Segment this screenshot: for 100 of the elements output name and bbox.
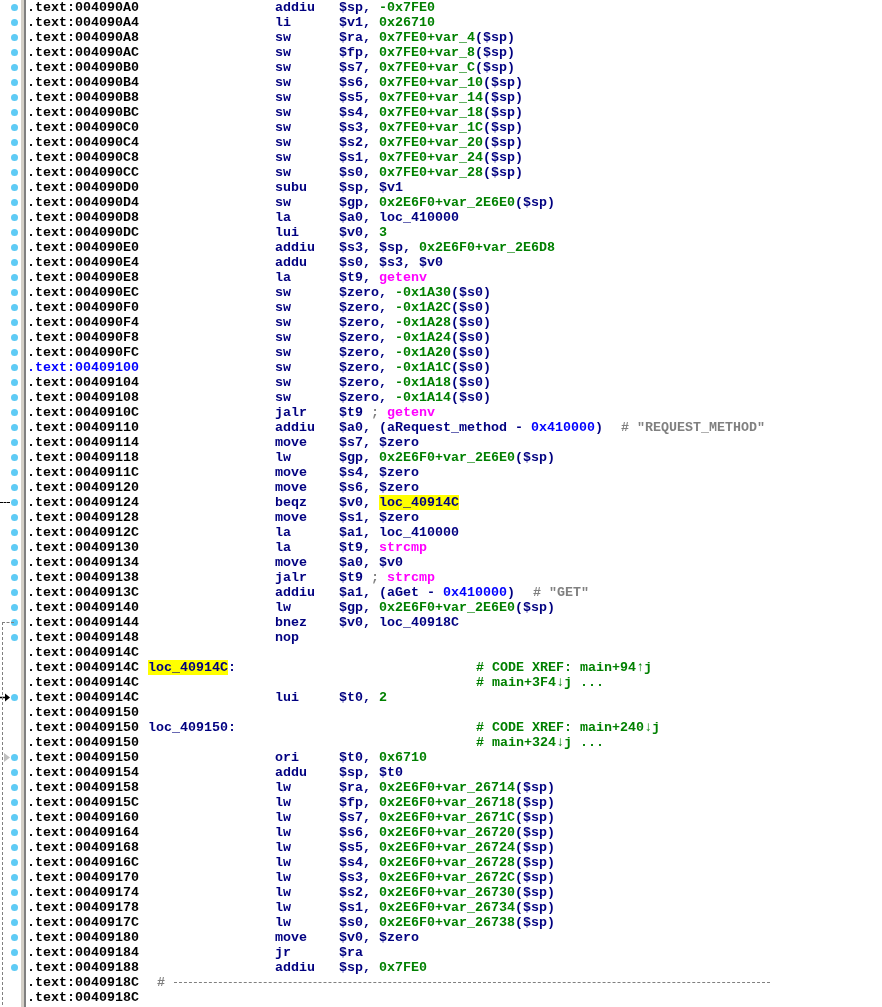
address-label: .text:0040914C xyxy=(27,675,139,690)
instruction-operands: $s6, $zero xyxy=(339,480,419,495)
address-label: .text:00409150 xyxy=(27,720,139,735)
instruction-mnemonic: sw xyxy=(275,345,291,360)
instruction-mnemonic: lw xyxy=(275,900,291,915)
instruction-operands: $sp, $v1 xyxy=(339,180,403,195)
address-label: .text:00409114 xyxy=(27,435,139,450)
instruction-mnemonic: sw xyxy=(275,75,291,90)
xref-comment: # main+324↓j ... xyxy=(476,735,604,750)
address-label: .text:004090F8 xyxy=(27,330,139,345)
instruction-operands: $s7, $zero xyxy=(339,435,419,450)
address-label: .text:00409128 xyxy=(27,510,139,525)
instruction-operands: $ra xyxy=(339,945,363,960)
instruction-operands: $gp, 0x2E6F0+var_2E6E0($sp) xyxy=(339,450,555,465)
instruction-operands: $s5, 0x7FE0+var_14($sp) xyxy=(339,90,523,105)
address-label: .text:00409184 xyxy=(27,945,139,960)
instruction-operands: $zero, -0x1A20($s0) xyxy=(339,345,491,360)
address-label: .text:004090D0 xyxy=(27,180,139,195)
address-label: .text:00409170 xyxy=(27,870,139,885)
instruction-operands: $v0, loc_40918C xyxy=(339,615,459,630)
instruction-mnemonic: move xyxy=(275,930,307,945)
string-comment: # "GET" xyxy=(533,585,589,600)
instruction-operands: $t9, strcmp xyxy=(339,540,427,555)
instruction-mnemonic: addu xyxy=(275,255,307,270)
instruction-mnemonic: la xyxy=(275,210,291,225)
instruction-mnemonic: sw xyxy=(275,330,291,345)
instruction-operands: $s3, 0x7FE0+var_1C($sp) xyxy=(339,120,523,135)
instruction-mnemonic: sw xyxy=(275,45,291,60)
address-label: .text:004090A8 xyxy=(27,30,139,45)
address-label: .text:00409168 xyxy=(27,840,139,855)
instruction-mnemonic: move xyxy=(275,480,307,495)
instruction-operands: $ra, 0x7FE0+var_4($sp) xyxy=(339,30,515,45)
instruction-mnemonic: beqz xyxy=(275,495,307,510)
instruction-mnemonic: jalr xyxy=(275,570,307,585)
instruction-mnemonic: lui xyxy=(275,690,299,705)
address-label: .text:004090C4 xyxy=(27,135,139,150)
address-label: .text:00409180 xyxy=(27,930,139,945)
address-label: .text:00409130 xyxy=(27,540,139,555)
address-label: .text:00409134 xyxy=(27,555,139,570)
address-label: .text:004090E8 xyxy=(27,270,139,285)
address-label: .text:004090C0 xyxy=(27,120,139,135)
instruction-operands: $s3, 0x2E6F0+var_2672C($sp) xyxy=(339,870,555,885)
address-label: .text:00409138 xyxy=(27,570,139,585)
instruction-mnemonic: lw xyxy=(275,825,291,840)
address-label: .text:00409108 xyxy=(27,390,139,405)
instruction-mnemonic: move xyxy=(275,465,307,480)
instruction-operands: $s4, 0x7FE0+var_18($sp) xyxy=(339,105,523,120)
address-label: .text:00409174 xyxy=(27,885,139,900)
address-label: .text:00409110 xyxy=(27,420,139,435)
instruction-operands: $s2, 0x2E6F0+var_26730($sp) xyxy=(339,885,555,900)
comment-mark: # xyxy=(157,975,165,990)
address-label: .text:0040914C xyxy=(27,645,139,660)
address-label: .text:00409144 xyxy=(27,615,139,630)
instruction-operands: $zero, -0x1A14($s0) xyxy=(339,390,491,405)
address-label: .text:00409164 xyxy=(27,825,139,840)
address-label: .text:0040915C xyxy=(27,795,139,810)
address-label: .text:0040916C xyxy=(27,855,139,870)
instruction-mnemonic: lw xyxy=(275,810,291,825)
instruction-operands: $a0, loc_410000 xyxy=(339,210,459,225)
instruction-mnemonic: sw xyxy=(275,135,291,150)
address-label: .text:004090B4 xyxy=(27,75,139,90)
instruction-mnemonic: li xyxy=(275,15,291,30)
instruction-operands: $s0, $s3, $v0 xyxy=(339,255,443,270)
instruction-mnemonic: addiu xyxy=(275,240,315,255)
instruction-operands: $s4, $zero xyxy=(339,465,419,480)
instruction-operands: $sp, 0x7FE0 xyxy=(339,960,427,975)
address-label: .text:004090B0 xyxy=(27,60,139,75)
instruction-mnemonic: lw xyxy=(275,795,291,810)
instruction-operands: $s1, 0x2E6F0+var_26734($sp) xyxy=(339,900,555,915)
instruction-operands: $a1, (aGet - 0x410000) xyxy=(339,585,515,600)
address-label: .text:00409120 xyxy=(27,480,139,495)
instruction-operands: $s7, 0x7FE0+var_C($sp) xyxy=(339,60,515,75)
instruction-operands: $zero, -0x1A1C($s0) xyxy=(339,360,491,375)
instruction-operands: $fp, 0x7FE0+var_8($sp) xyxy=(339,45,515,60)
instruction-mnemonic: addu xyxy=(275,765,307,780)
instruction-mnemonic: la xyxy=(275,525,291,540)
instruction-mnemonic: sw xyxy=(275,300,291,315)
address-label: .text:004090FC xyxy=(27,345,139,360)
instruction-operands: $a0, $v0 xyxy=(339,555,403,570)
instruction-operands: $v0, loc_40914C xyxy=(339,495,459,510)
instruction-operands: $v1, 0x26710 xyxy=(339,15,435,30)
instruction-mnemonic: sw xyxy=(275,195,291,210)
instruction-operands: $s7, 0x2E6F0+var_2671C($sp) xyxy=(339,810,555,825)
address-label: .text:004090D8 xyxy=(27,210,139,225)
instruction-operands: $s6, 0x7FE0+var_10($sp) xyxy=(339,75,523,90)
instruction-operands: $a1, loc_410000 xyxy=(339,525,459,540)
address-label: .text:0040914C xyxy=(27,690,139,705)
instruction-operands: $zero, -0x1A2C($s0) xyxy=(339,300,491,315)
address-label: .text:0040912C xyxy=(27,525,139,540)
instruction-mnemonic: sw xyxy=(275,60,291,75)
instruction-operands: $v0, 3 xyxy=(339,225,387,240)
code-label: loc_409150: xyxy=(148,720,236,735)
address-label: .text:00409148 xyxy=(27,630,139,645)
instruction-operands: $t9, getenv xyxy=(339,270,427,285)
instruction-mnemonic: sw xyxy=(275,150,291,165)
xref-comment: # main+3F4↓j ... xyxy=(476,675,604,690)
instruction-mnemonic: lw xyxy=(275,870,291,885)
instruction-mnemonic: bnez xyxy=(275,615,307,630)
address-label: .text:0040917C xyxy=(27,915,139,930)
address-label: .text:004090F0 xyxy=(27,300,139,315)
